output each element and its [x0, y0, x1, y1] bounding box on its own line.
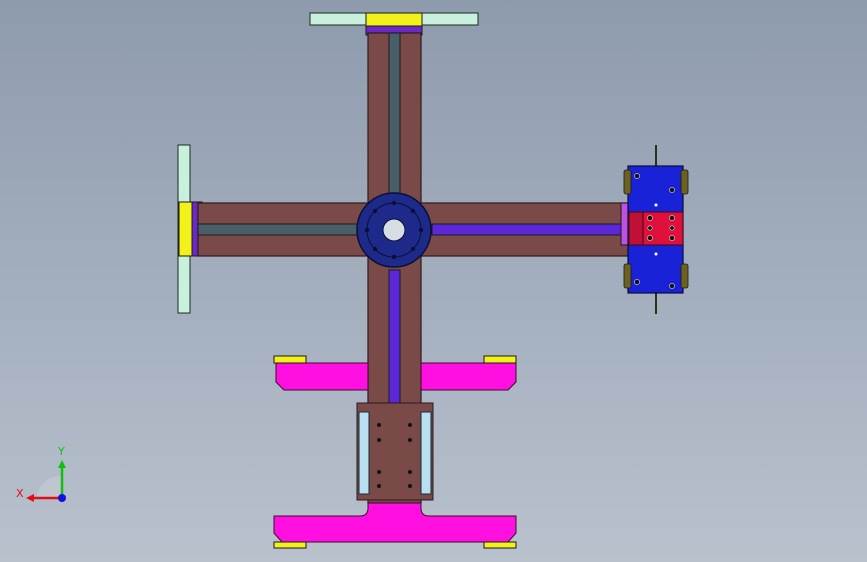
lower-magenta-base [273, 502, 517, 549]
model-canvas[interactable]: X Y [0, 0, 867, 562]
y-axis-label: Y [57, 445, 65, 458]
central-hub [356, 192, 432, 268]
axis-triad: X Y [16, 445, 66, 502]
top-mint-plate [309, 12, 479, 36]
z-axis-dot [58, 494, 66, 502]
cad-viewport[interactable]: X Y [0, 0, 867, 562]
x-axis-label: X [16, 487, 24, 500]
triad-shade [36, 475, 62, 498]
right-clamp-assembly [620, 145, 689, 314]
slide-block [356, 402, 434, 501]
